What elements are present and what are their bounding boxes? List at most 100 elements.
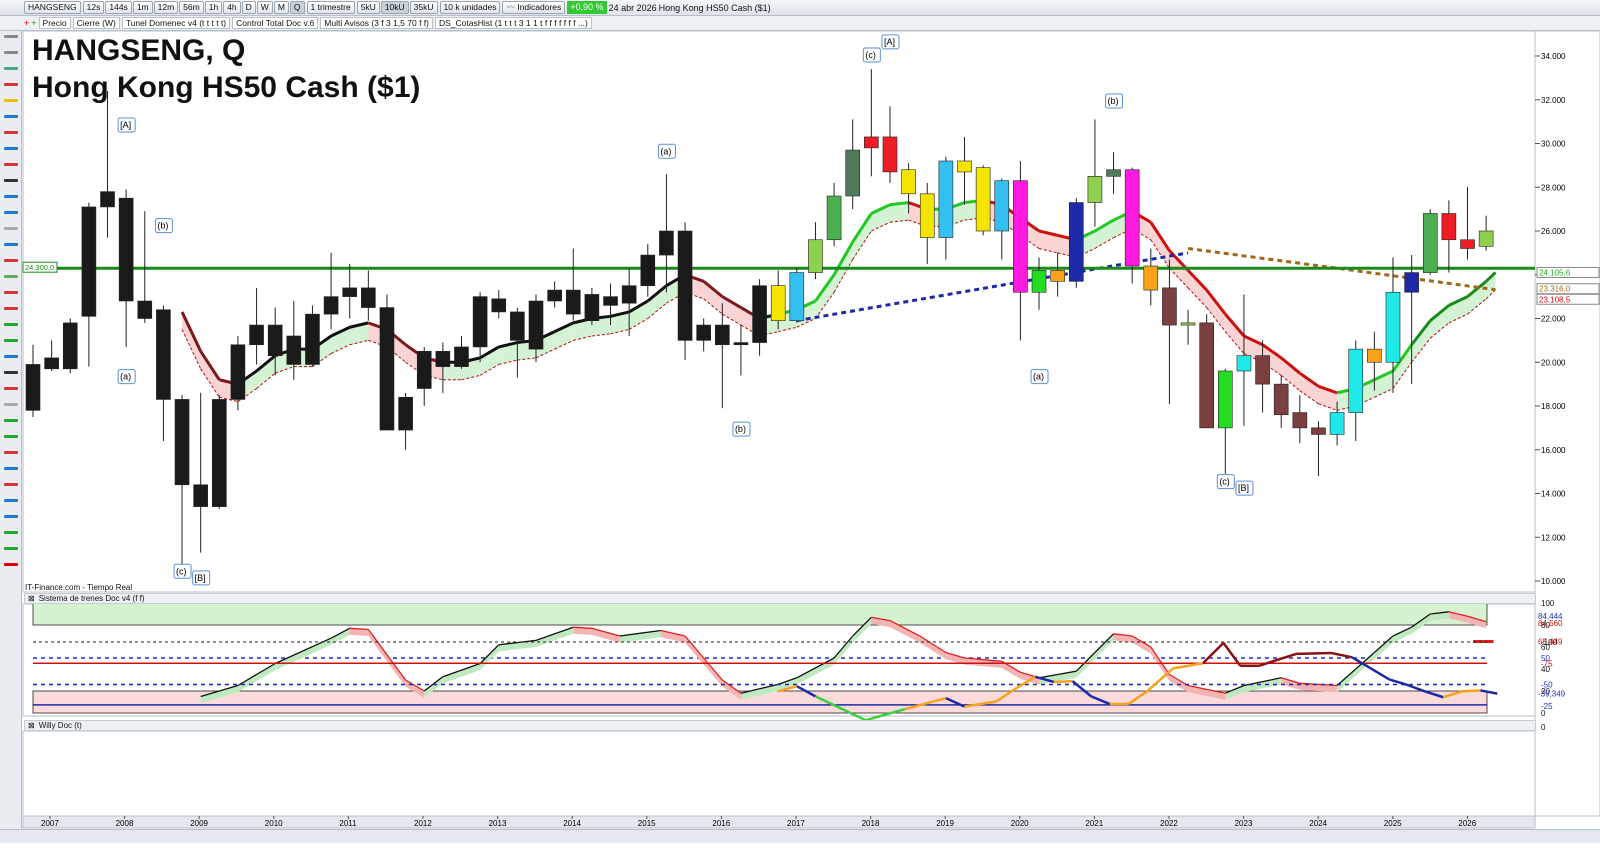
willy-value-label: -39,349	[1538, 690, 1566, 699]
x-tick-label: 2026	[1458, 819, 1476, 828]
candle-body	[1143, 265, 1159, 291]
candle-body	[1124, 169, 1140, 267]
chart-title: HANGSENG, Q Hong Kong HS50 Cash ($1)	[32, 32, 420, 106]
candle-body	[267, 324, 283, 356]
candle-body	[1292, 412, 1308, 429]
candle-body	[808, 239, 823, 273]
data-source: IT-Finance.com - Tiempo Real	[25, 583, 133, 592]
y-tick-label: 20.000	[1541, 358, 1566, 367]
candle-body	[1422, 213, 1438, 273]
chart-canvas[interactable]: 10.000 12.000 14.000 16.000 18.000 20.000 22.0…	[0, 0, 1600, 861]
x-tick-label: 2016	[712, 819, 730, 828]
y-tick-label: 22.000	[1541, 315, 1566, 324]
candle-body	[323, 296, 339, 315]
candle-body	[472, 296, 488, 348]
candle-body	[1385, 291, 1401, 363]
candle-body	[1218, 370, 1233, 429]
candle-body	[193, 484, 208, 507]
candle-body	[752, 285, 767, 343]
price-label: 24.105,6	[1539, 268, 1571, 277]
candle-body	[1087, 176, 1103, 203]
candle-body	[118, 197, 134, 302]
candle-body	[1348, 348, 1364, 413]
title-symbol: HANGSENG, Q	[32, 34, 246, 67]
candle-body	[565, 289, 581, 315]
level-label: 24.300,0	[25, 263, 54, 272]
candle-body	[44, 357, 59, 370]
candle-body	[286, 335, 302, 365]
candle-body	[901, 169, 916, 195]
candle-body	[715, 324, 730, 346]
candle-body	[398, 396, 413, 431]
candle-body	[510, 311, 525, 341]
wave-label: (a)	[120, 372, 131, 382]
x-tick-label: 2025	[1384, 819, 1402, 828]
candle-body	[1068, 202, 1084, 282]
y-tick-label: 12.000	[1541, 533, 1566, 542]
candle-body	[1441, 213, 1457, 241]
candle-body	[845, 149, 861, 197]
candle-body	[1106, 169, 1121, 177]
candle-body	[826, 195, 842, 241]
y-tick-label: 34.000	[1541, 52, 1566, 61]
wave-label: (b)	[735, 424, 746, 434]
candle-body	[1311, 427, 1326, 435]
willy-panel	[22, 730, 1536, 817]
candle-body	[1013, 180, 1028, 293]
candle-body	[305, 313, 320, 365]
candle-body	[174, 399, 190, 486]
y-tick-label: 18.000	[1541, 402, 1566, 411]
candle-body	[1031, 270, 1047, 293]
x-tick-label: 2014	[563, 819, 581, 828]
trenes-tick-label: 100	[1541, 599, 1555, 608]
candle-body	[938, 160, 954, 238]
candle-body	[1273, 383, 1289, 416]
wave-label: (b)	[157, 221, 168, 231]
candle-body	[81, 206, 97, 317]
candle-body	[137, 300, 153, 319]
willy-tick-label: -75	[1541, 659, 1553, 668]
close-panel-icon[interactable]: ⊠	[28, 594, 35, 603]
willy-panel-header: ⊠ Willy Doc (t)	[24, 720, 1536, 731]
trenes-panel-header: ⊠ Sistema de trenes Doc v4 (f f)	[24, 593, 1536, 604]
y-tick-label: 16.000	[1541, 446, 1566, 455]
willy-tick-label: -25	[1541, 702, 1553, 711]
scroll-bar[interactable]	[0, 829, 1600, 843]
candle-body	[1329, 412, 1345, 435]
candle-body	[994, 180, 1010, 232]
candle-body	[882, 136, 898, 173]
y-tick-label: 10.000	[1541, 577, 1566, 586]
willy-line	[1296, 651, 1332, 656]
candle-body	[696, 324, 711, 341]
candle-body	[1180, 322, 1196, 326]
overbought-band	[32, 602, 1488, 626]
wave-label: (c)	[176, 566, 187, 576]
x-tick-label: 2015	[638, 819, 656, 828]
candle-body	[249, 324, 264, 346]
willy-tick-label: 0	[1541, 723, 1546, 732]
candle-body	[1236, 355, 1252, 372]
candle-body	[435, 351, 451, 367]
candle-body	[1460, 239, 1475, 249]
candle-body	[957, 160, 972, 173]
candle-body	[25, 364, 41, 411]
y-tick-label: 30.000	[1541, 140, 1566, 149]
wave-label: [B]	[195, 573, 206, 583]
x-tick-label: 2020	[1011, 819, 1029, 828]
close-panel-icon[interactable]: ⊠	[28, 721, 35, 730]
candle-body	[621, 285, 637, 304]
y-tick-label: 26.000	[1541, 227, 1566, 236]
x-tick-label: 2022	[1160, 819, 1178, 828]
wave-label: (c)	[865, 50, 876, 60]
willy-line	[1461, 689, 1481, 693]
x-tick-label: 2018	[862, 819, 880, 828]
candle-body	[733, 342, 749, 346]
willy-tick-label: -100	[1541, 638, 1558, 647]
candle-body	[361, 287, 376, 308]
x-tick-label: 2012	[414, 819, 432, 828]
candle-body	[584, 294, 600, 321]
candle-body	[789, 272, 805, 321]
y-tick-label: 32.000	[1541, 96, 1566, 105]
wave-label: [B]	[1238, 483, 1249, 493]
candle-body	[491, 298, 507, 313]
